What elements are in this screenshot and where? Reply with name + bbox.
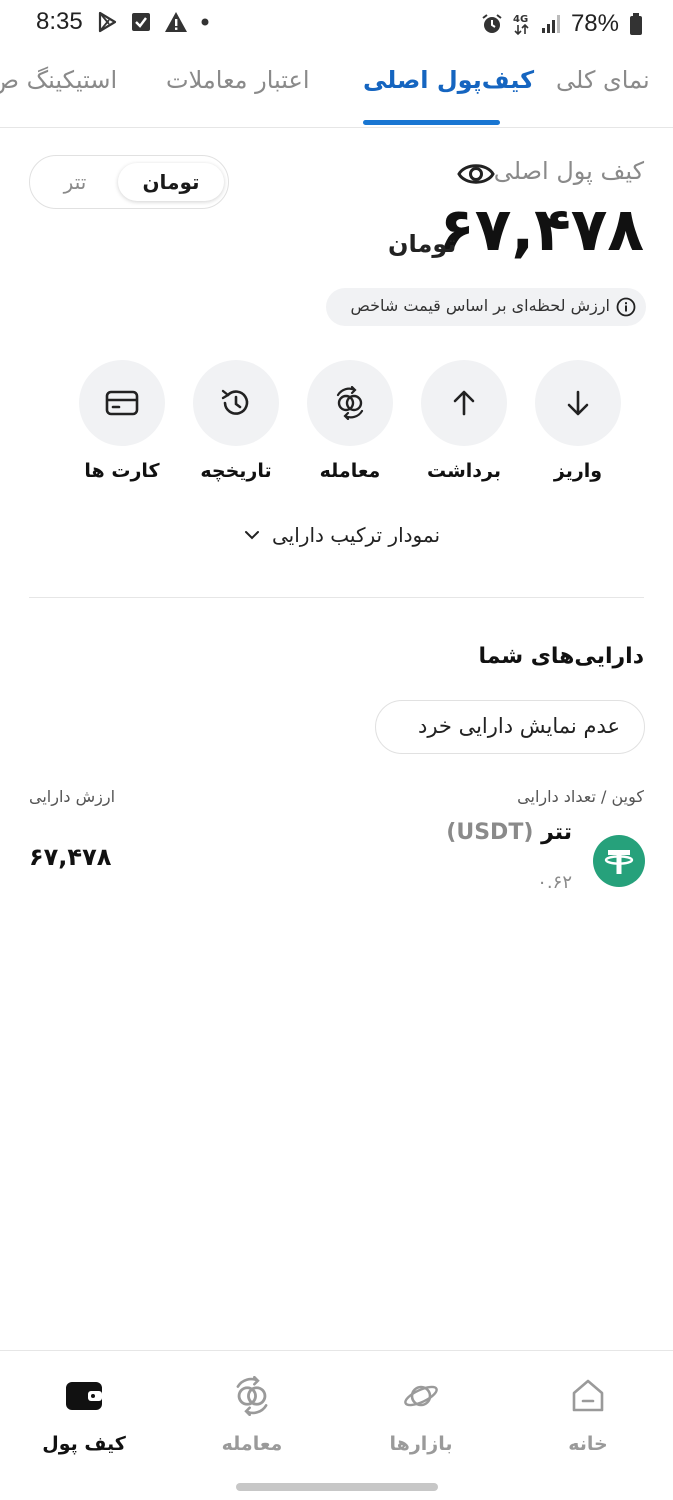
wallet-balance: ۶۷,۴۷۸ bbox=[438, 195, 644, 265]
asset-name-label: تتر bbox=[541, 820, 572, 845]
nav-trade[interactable]: معامله bbox=[192, 1373, 312, 1455]
tab-overview[interactable]: نمای کلی bbox=[556, 66, 650, 94]
battery-percent: 78% bbox=[570, 10, 619, 37]
tab-trading-credit[interactable]: اعتبار معاملات bbox=[166, 66, 310, 94]
nav-wallet[interactable]: کیف پول bbox=[24, 1373, 144, 1455]
status-system-icons: 4G 78% bbox=[481, 10, 643, 38]
cards-button-circle[interactable] bbox=[79, 360, 165, 446]
check-box-icon bbox=[132, 13, 150, 31]
info-icon bbox=[616, 297, 636, 317]
assets-title: دارایی‌های شما bbox=[478, 644, 644, 669]
nav-trade-label: معامله bbox=[221, 1433, 283, 1455]
asset-symbol: (USDT) bbox=[446, 820, 534, 845]
signal-icon bbox=[541, 15, 560, 33]
column-header-value: ارزش دارایی bbox=[29, 787, 116, 806]
wallet-tabs: نمای کلی کیف‌پول اصلی اعتبار معاملات است… bbox=[0, 46, 673, 128]
hide-small-assets-button[interactable]: عدم نمایش دارایی خرد bbox=[375, 700, 645, 754]
planet-icon bbox=[404, 1385, 438, 1407]
cards-button[interactable]: کارت ها bbox=[79, 360, 165, 482]
hide-small-assets-label: عدم نمایش دارایی خرد bbox=[417, 714, 620, 738]
tab-staking[interactable]: استیکینگ ص bbox=[0, 66, 117, 94]
card-icon bbox=[105, 390, 139, 416]
nav-markets[interactable]: بازارها bbox=[361, 1373, 481, 1455]
asset-value: ۶۷,۴۷۸ bbox=[29, 843, 112, 871]
arrow-down-icon bbox=[567, 390, 589, 416]
network-4g-icon: 4G bbox=[513, 14, 529, 36]
nav-home-label: خانه bbox=[568, 1433, 608, 1455]
history-label: تاریخچه bbox=[200, 460, 272, 482]
nav-home[interactable]: خانه bbox=[528, 1373, 648, 1455]
history-icon bbox=[221, 389, 249, 415]
bottom-nav: خانه بازارها معامله کیف پول bbox=[0, 1350, 673, 1500]
exchange-icon bbox=[336, 386, 364, 420]
chevron-down-icon bbox=[245, 531, 259, 540]
deposit-button-circle[interactable] bbox=[535, 360, 621, 446]
wallet-icon bbox=[66, 1382, 102, 1410]
tab-main-wallet[interactable]: کیف‌پول اصلی bbox=[363, 66, 534, 94]
currency-option-tether[interactable]: تتر bbox=[40, 163, 110, 201]
tether-icon bbox=[593, 835, 645, 887]
exchange-icon bbox=[236, 1376, 268, 1416]
arrow-up-icon bbox=[453, 390, 475, 416]
nav-markets-label: بازارها bbox=[389, 1433, 453, 1455]
status-time: 8:35 bbox=[36, 8, 83, 35]
wallet-title: کیف پول اصلی bbox=[493, 157, 644, 185]
wallet-balance-unit: تومان bbox=[388, 230, 457, 258]
nav-wallet-label: کیف پول bbox=[42, 1433, 126, 1455]
currency-toggle: تتر تومان bbox=[29, 155, 229, 209]
home-icon bbox=[572, 1379, 604, 1412]
currency-option-toman[interactable]: تومان bbox=[118, 163, 224, 201]
asset-chart-toggle[interactable]: نمودار ترکیب دارایی bbox=[244, 523, 440, 547]
trade-button[interactable]: معامله bbox=[307, 360, 393, 482]
trade-button-circle[interactable] bbox=[307, 360, 393, 446]
cards-label: کارت ها bbox=[84, 460, 160, 482]
column-header-coin: کوین / تعداد دارایی bbox=[517, 787, 644, 806]
status-notification-icons bbox=[96, 11, 210, 33]
home-indicator bbox=[236, 1483, 438, 1491]
battery-icon bbox=[630, 13, 642, 35]
asset-chart-label: نمودار ترکیب دارایی bbox=[272, 523, 441, 547]
withdraw-button[interactable]: برداشت bbox=[421, 360, 507, 482]
svg-text:4G: 4G bbox=[513, 14, 528, 25]
withdraw-button-circle[interactable] bbox=[421, 360, 507, 446]
alarm-icon bbox=[482, 14, 502, 33]
section-divider bbox=[29, 597, 644, 598]
asset-amount: ۰.۶۲ bbox=[537, 872, 572, 893]
play-store-icon bbox=[98, 11, 117, 33]
warning-icon bbox=[165, 12, 187, 32]
deposit-button[interactable]: واریز bbox=[535, 360, 621, 482]
dot-icon bbox=[201, 18, 209, 26]
price-info-chip: ارزش لحظه‌ای بر اساس قیمت شاخص bbox=[326, 288, 646, 326]
price-info-text: ارزش لحظه‌ای بر اساس قیمت شاخص bbox=[350, 296, 610, 315]
status-bar: 8:35 4G 78% bbox=[0, 0, 673, 46]
withdraw-label: برداشت bbox=[426, 460, 501, 482]
deposit-label: واریز bbox=[553, 460, 603, 482]
history-button[interactable]: تاریخچه bbox=[193, 360, 279, 482]
active-tab-indicator bbox=[363, 120, 500, 125]
history-button-circle[interactable] bbox=[193, 360, 279, 446]
asset-name: تتر (USDT) bbox=[446, 820, 572, 845]
trade-label: معامله bbox=[319, 460, 381, 482]
eye-icon[interactable] bbox=[457, 157, 495, 191]
